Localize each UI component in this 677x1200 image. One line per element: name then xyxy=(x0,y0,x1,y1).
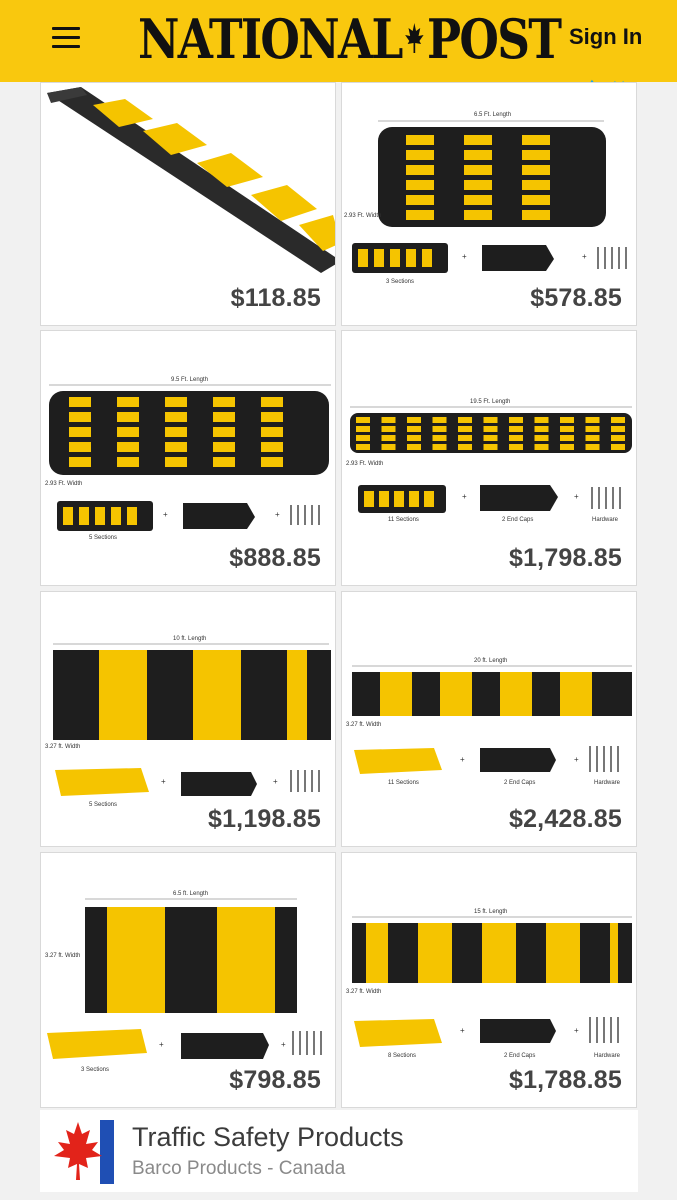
sections-label: 11 Sections xyxy=(388,780,419,786)
product-price: $2,428.85 xyxy=(508,805,622,833)
svg-text:+: + xyxy=(462,492,467,501)
product-card[interactable]: 6.5 Ft. Length 2.93 Ft. Width 3 Sections… xyxy=(341,82,637,326)
product-price: $798.85 xyxy=(229,1066,321,1094)
sections-label: 3 Sections xyxy=(81,1067,109,1073)
product-price: $1,788.85 xyxy=(508,1066,622,1094)
product-price: $578.85 xyxy=(530,284,622,312)
length-label: 6.5 Ft. Length xyxy=(474,112,511,118)
length-label: 19.5 Ft. Length xyxy=(470,399,510,405)
menu-icon[interactable] xyxy=(52,27,80,49)
sections-label: 11 Sections xyxy=(388,517,419,523)
product-price: $1,198.85 xyxy=(207,805,321,833)
svg-text:+: + xyxy=(574,492,579,501)
svg-text:+: + xyxy=(582,252,587,261)
product-card[interactable]: 10 ft. Length 3.27 ft. Width 5 Sections … xyxy=(40,591,336,847)
canada-flag-logo-icon xyxy=(54,1120,114,1184)
sections-label: 8 Sections xyxy=(388,1053,416,1059)
svg-text:+: + xyxy=(163,510,168,519)
width-label: 3.27 ft. Width xyxy=(45,744,80,750)
ad-banner[interactable]: Traffic Safety Products Barco Products -… xyxy=(40,1110,638,1192)
svg-text:+: + xyxy=(460,755,465,764)
svg-text:+: + xyxy=(273,777,278,786)
end-caps-label: 2 End Caps xyxy=(502,517,533,523)
site-logo[interactable]: NATIONAL POST xyxy=(138,6,562,72)
product-card[interactable]: 20 ft. Length 3.27 ft. Width 11 Sections… xyxy=(341,591,637,847)
product-card[interactable]: 6.5 ft. Length 3.27 ft. Width 3 Sections… xyxy=(40,852,336,1108)
svg-text:+: + xyxy=(275,510,280,519)
svg-text:+: + xyxy=(460,1026,465,1035)
hardware-label: Hardware xyxy=(594,780,621,786)
length-label: 9.5 Ft. Length xyxy=(171,377,208,383)
length-label: 6.5 ft. Length xyxy=(173,891,208,897)
sections-label: 5 Sections xyxy=(89,802,117,808)
logo-text-left: NATIONAL xyxy=(138,7,403,71)
svg-text:+: + xyxy=(281,1040,286,1049)
product-price: $118.85 xyxy=(230,284,321,312)
svg-text:+: + xyxy=(161,777,166,786)
ad-subtitle: Barco Products - Canada xyxy=(132,1158,346,1179)
length-label: 10 ft. Length xyxy=(173,636,206,642)
ad-title[interactable]: Traffic Safety Products xyxy=(132,1122,404,1153)
end-caps-label: 2 End Caps xyxy=(504,780,535,786)
end-caps-label: 2 End Caps xyxy=(504,1053,535,1059)
product-price: $1,798.85 xyxy=(508,544,622,572)
product-price: $888.85 xyxy=(229,544,321,572)
product-card[interactable]: $118.85 xyxy=(40,82,336,326)
product-card[interactable]: 9.5 Ft. Length 2.93 Ft. Width 5 Sections… xyxy=(40,330,336,586)
sections-label: 3 Sections xyxy=(386,279,414,285)
svg-text:+: + xyxy=(159,1040,164,1049)
width-label: 3.27 ft. Width xyxy=(45,953,80,959)
logo-text-right: POST xyxy=(426,7,562,71)
svg-text:+: + xyxy=(574,755,579,764)
length-label: 20 ft. Length xyxy=(474,658,507,664)
svg-text:+: + xyxy=(574,1026,579,1035)
width-label: 2.93 Ft. Width xyxy=(346,461,383,467)
product-card[interactable]: 19.5 Ft. Length 2.93 Ft. Width 11 Sectio… xyxy=(341,330,637,586)
width-label: 2.93 Ft. Width xyxy=(45,481,82,487)
width-label: 2.93 Ft. Width xyxy=(344,213,381,219)
svg-text:+: + xyxy=(462,252,467,261)
width-label: 3.27 ft. Width xyxy=(346,722,381,728)
sections-label: 5 Sections xyxy=(89,535,117,541)
length-label: 15 ft. Length xyxy=(474,909,507,915)
site-header: NATIONAL POST Sign In xyxy=(0,0,677,82)
width-label: 3.27 ft. Width xyxy=(346,989,381,995)
sign-in-link[interactable]: Sign In xyxy=(569,24,642,50)
hardware-label: Hardware xyxy=(592,517,619,523)
hardware-label: Hardware xyxy=(594,1053,621,1059)
product-card[interactable]: 15 ft. Length 3.27 ft. Width 8 Sections … xyxy=(341,852,637,1108)
maple-leaf-icon xyxy=(405,23,424,53)
